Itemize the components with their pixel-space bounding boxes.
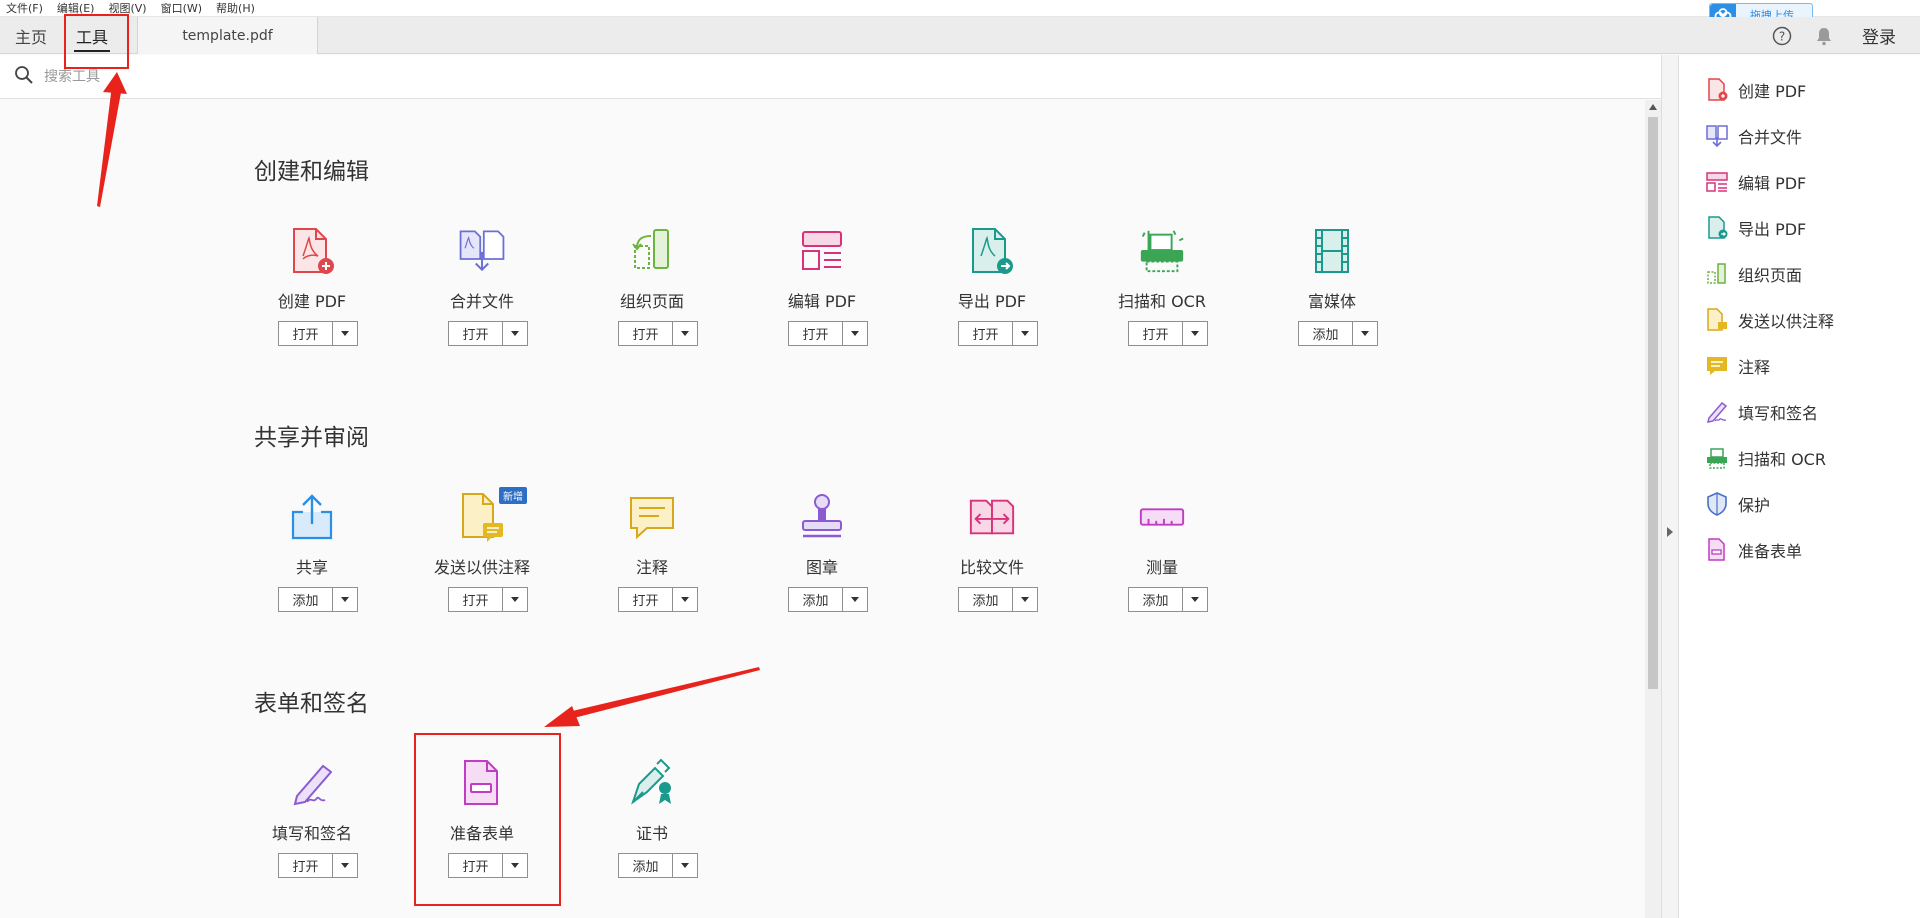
annotation-arrowhead-up: [103, 72, 127, 94]
annotation-arrow-left: [568, 667, 760, 719]
annotation-arrow-up: [97, 85, 122, 207]
annotation-arrowhead-left: [544, 706, 580, 727]
annotation-arrows: [97, 72, 760, 727]
